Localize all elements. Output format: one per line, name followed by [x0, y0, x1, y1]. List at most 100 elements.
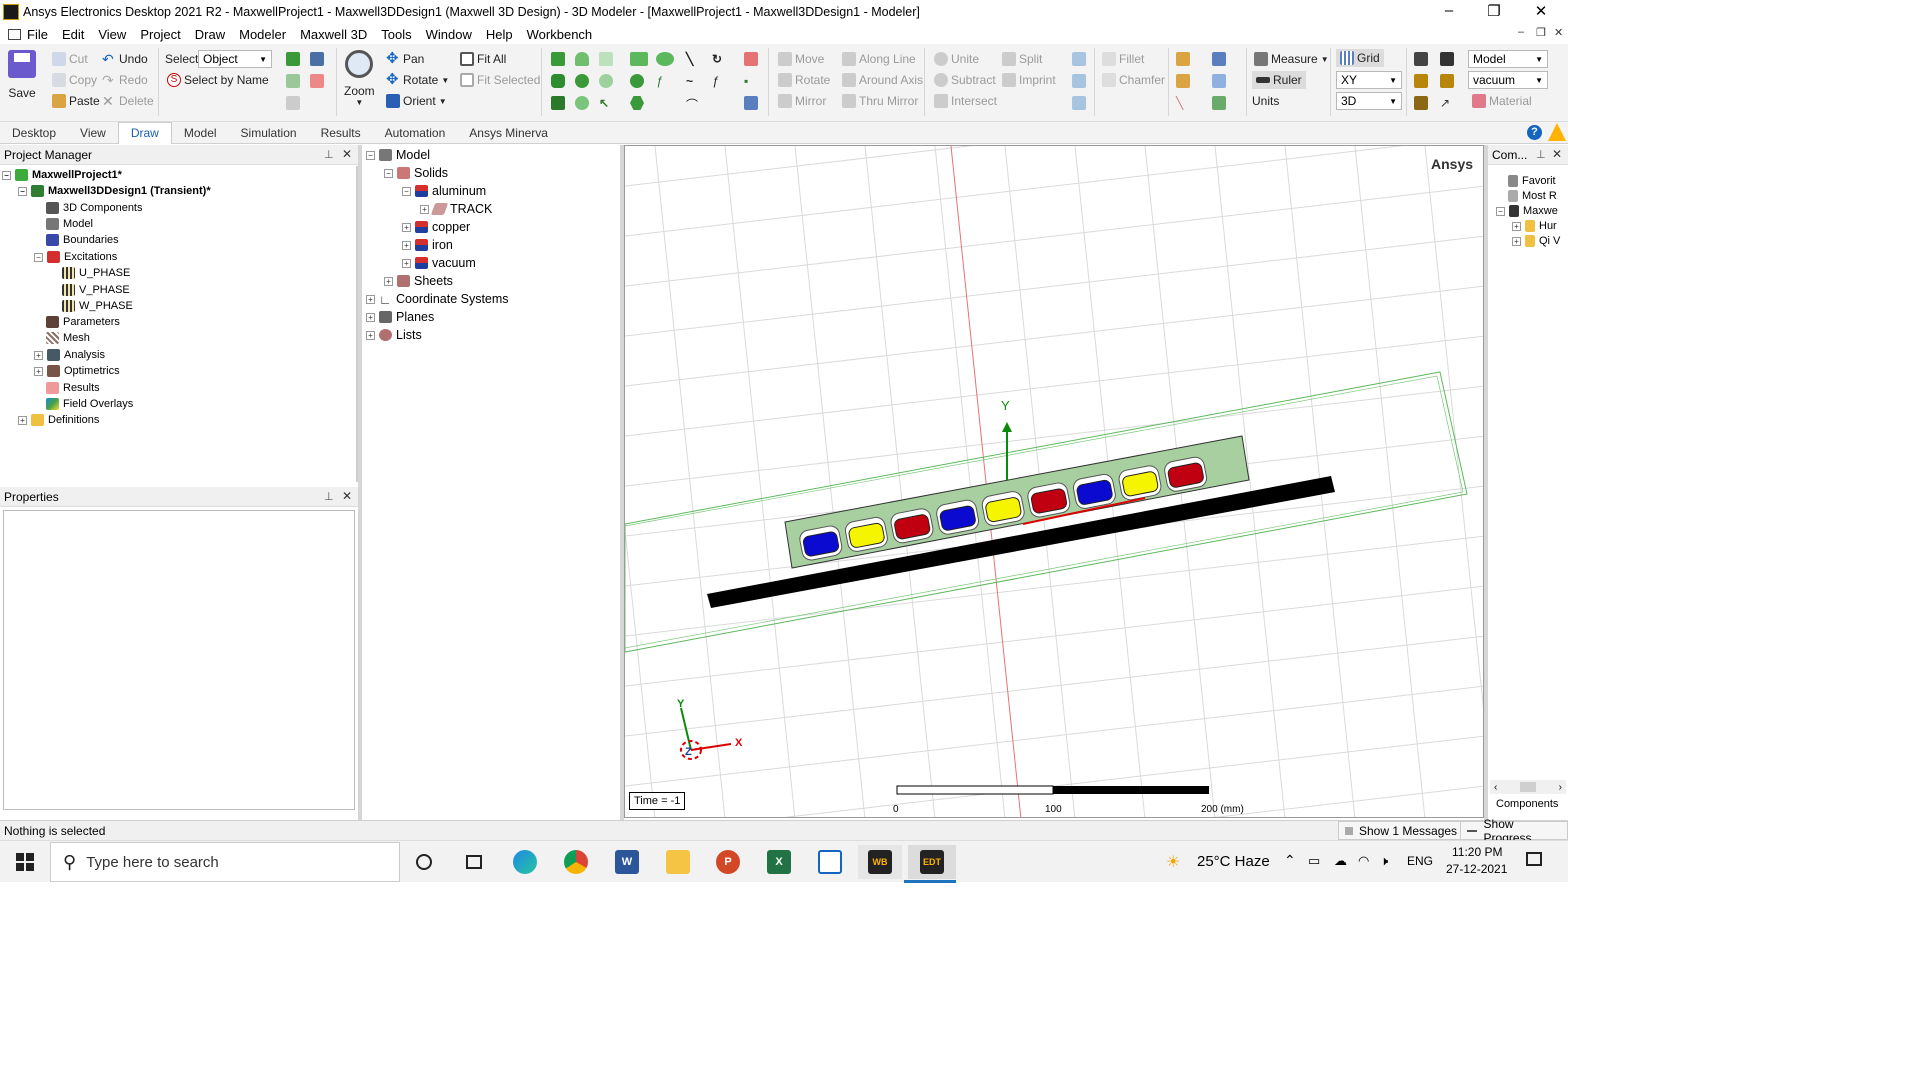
- collapse-icon[interactable]: −: [1496, 206, 1505, 216]
- show-progress-button[interactable]: Show Progress: [1460, 817, 1568, 845]
- snap-icon-1[interactable]: [1212, 52, 1229, 69]
- tree-item-aluminum[interactable]: − aluminum: [402, 182, 486, 200]
- subtract-button[interactable]: Subtract: [934, 73, 996, 87]
- help-icon[interactable]: ?: [1527, 125, 1542, 140]
- task-view-icon[interactable]: [452, 845, 496, 879]
- edge-taskbar-button[interactable]: [503, 845, 547, 879]
- draw-arc-icon[interactable]: ↻: [712, 52, 729, 66]
- material-dropdown[interactable]: vacuum ▼: [1468, 71, 1548, 89]
- expand-icon[interactable]: +: [1512, 221, 1521, 231]
- tree-item-most-recent[interactable]: Most R: [1508, 188, 1557, 204]
- draw-circle-icon[interactable]: [630, 74, 647, 91]
- zoom-button[interactable]: Zoom ▼: [344, 50, 375, 107]
- unite-button[interactable]: Unite: [934, 52, 979, 66]
- tree-item-qi[interactable]: + Qi V: [1512, 233, 1560, 249]
- scroll-left-icon[interactable]: ‹: [1494, 782, 1497, 793]
- task-view-button[interactable]: [402, 845, 446, 879]
- pin-icon[interactable]: ⊥: [1536, 148, 1546, 161]
- expand-icon[interactable]: +: [402, 222, 411, 232]
- menu-modeler[interactable]: Modeler: [232, 27, 293, 42]
- expand-icon[interactable]: +: [366, 294, 375, 304]
- draw-point-icon[interactable]: [744, 52, 761, 69]
- imprint-button[interactable]: Imprint: [1002, 73, 1056, 87]
- mdi-close-button[interactable]: ✕: [1554, 26, 1563, 39]
- duplicate-along-line-button[interactable]: Along Line: [842, 52, 916, 66]
- tab-ansys-minerva[interactable]: Ansys Minerva: [457, 122, 560, 144]
- tree-item-iron[interactable]: + iron: [402, 236, 453, 254]
- move-button[interactable]: Move: [778, 52, 824, 66]
- expand-icon[interactable]: +: [420, 204, 429, 214]
- wifi-icon[interactable]: ◠: [1358, 853, 1369, 869]
- snap-icon-2[interactable]: [1212, 74, 1229, 91]
- collapse-icon[interactable]: −: [366, 150, 375, 160]
- expand-icon[interactable]: +: [366, 330, 375, 340]
- collapse-icon[interactable]: −: [384, 168, 393, 178]
- expand-icon[interactable]: +: [384, 276, 393, 286]
- tree-item-w-phase[interactable]: W_PHASE: [62, 298, 133, 314]
- units-button[interactable]: Units: [1252, 94, 1279, 108]
- paste-button[interactable]: Paste: [52, 94, 100, 108]
- select-mode-dropdown[interactable]: Object ▼: [198, 50, 272, 68]
- split-button[interactable]: Split: [1002, 52, 1042, 66]
- model-view-icon-1[interactable]: [1414, 52, 1431, 69]
- file-explorer-taskbar-button[interactable]: [656, 845, 700, 879]
- menu-project[interactable]: Project: [133, 27, 187, 42]
- snap-icon-3[interactable]: [1212, 96, 1229, 113]
- tree-item-3d-components[interactable]: 3D Components: [46, 200, 143, 216]
- tree-item-analysis[interactable]: + Analysis: [34, 347, 105, 363]
- edt-taskbar-button[interactable]: EDT: [908, 845, 956, 879]
- tree-item-copper[interactable]: + copper: [402, 218, 470, 236]
- draw-relative-cs-icon[interactable]: ▪: [744, 74, 761, 88]
- intersect-button[interactable]: Intersect: [934, 94, 997, 108]
- model-view-icon-4[interactable]: [1440, 74, 1457, 91]
- copy-button[interactable]: Copy: [52, 73, 97, 87]
- fillet-button[interactable]: Fillet: [1102, 52, 1144, 66]
- tree-item-v-phase[interactable]: V_PHASE: [62, 282, 130, 298]
- tree-item-definitions[interactable]: + Definitions: [18, 412, 99, 428]
- draw-equation-surface-icon[interactable]: ƒ: [656, 74, 673, 88]
- model-view-icon-2[interactable]: [1440, 52, 1457, 69]
- coordinate-system-icon[interactable]: [1176, 52, 1193, 69]
- cover-icon[interactable]: [1072, 96, 1089, 113]
- tab-simulation[interactable]: Simulation: [229, 122, 309, 144]
- chamfer-button[interactable]: Chamfer: [1102, 73, 1165, 87]
- draw-equation-curve-icon[interactable]: ƒ: [712, 74, 729, 88]
- draw-spiral-icon[interactable]: [599, 74, 616, 91]
- draw-sphere-icon[interactable]: [575, 74, 592, 91]
- tree-item-solids[interactable]: − Solids: [384, 164, 448, 182]
- model-view-icon-3[interactable]: [1414, 74, 1431, 91]
- orient-button[interactable]: Orient ▼: [386, 94, 447, 108]
- tree-item-coordinate-systems[interactable]: + ∟ Coordinate Systems: [366, 290, 509, 308]
- tree-item-vacuum[interactable]: + vacuum: [402, 254, 476, 272]
- undo-button[interactable]: ↶ Undo: [102, 52, 148, 66]
- close-icon[interactable]: ✕: [342, 489, 352, 503]
- tree-item-u-phase[interactable]: U_PHASE: [62, 265, 130, 281]
- volume-icon[interactable]: 🕨: [1380, 853, 1388, 869]
- collapse-icon[interactable]: −: [34, 252, 43, 262]
- material-button[interactable]: Material: [1472, 94, 1532, 108]
- close-icon[interactable]: ✕: [1552, 147, 1562, 161]
- view-icon-4[interactable]: [310, 74, 327, 91]
- expand-icon[interactable]: +: [366, 312, 375, 322]
- draw-bondwire-icon[interactable]: ↖: [599, 96, 616, 110]
- view-icon-2[interactable]: [310, 52, 327, 69]
- language-indicator[interactable]: ENG: [1407, 854, 1433, 868]
- tree-item-project[interactable]: − MaxwellProject1*: [2, 167, 122, 183]
- draw-line-icon[interactable]: ╲: [686, 52, 703, 66]
- expand-icon[interactable]: +: [34, 366, 43, 376]
- onedrive-icon[interactable]: ☁: [1334, 853, 1347, 869]
- select-by-name-button[interactable]: S Select by Name: [167, 73, 269, 87]
- draw-cone-icon[interactable]: [575, 52, 592, 69]
- expand-icon[interactable]: +: [18, 415, 27, 425]
- grid-button[interactable]: Grid: [1336, 49, 1384, 67]
- tree-item-planes[interactable]: + Planes: [366, 308, 434, 326]
- collapse-icon[interactable]: −: [402, 186, 411, 196]
- draw-ellipse-icon[interactable]: [656, 52, 677, 69]
- expand-icon[interactable]: +: [402, 258, 411, 268]
- menu-view[interactable]: View: [91, 27, 133, 42]
- close-icon[interactable]: ✕: [342, 147, 352, 161]
- menu-file[interactable]: File: [0, 27, 55, 42]
- show-hidden-icons-icon[interactable]: ⌃: [1284, 852, 1296, 869]
- mdi-restore-button[interactable]: ❐: [1536, 26, 1546, 39]
- tree-item-optimetrics[interactable]: + Optimetrics: [34, 363, 120, 379]
